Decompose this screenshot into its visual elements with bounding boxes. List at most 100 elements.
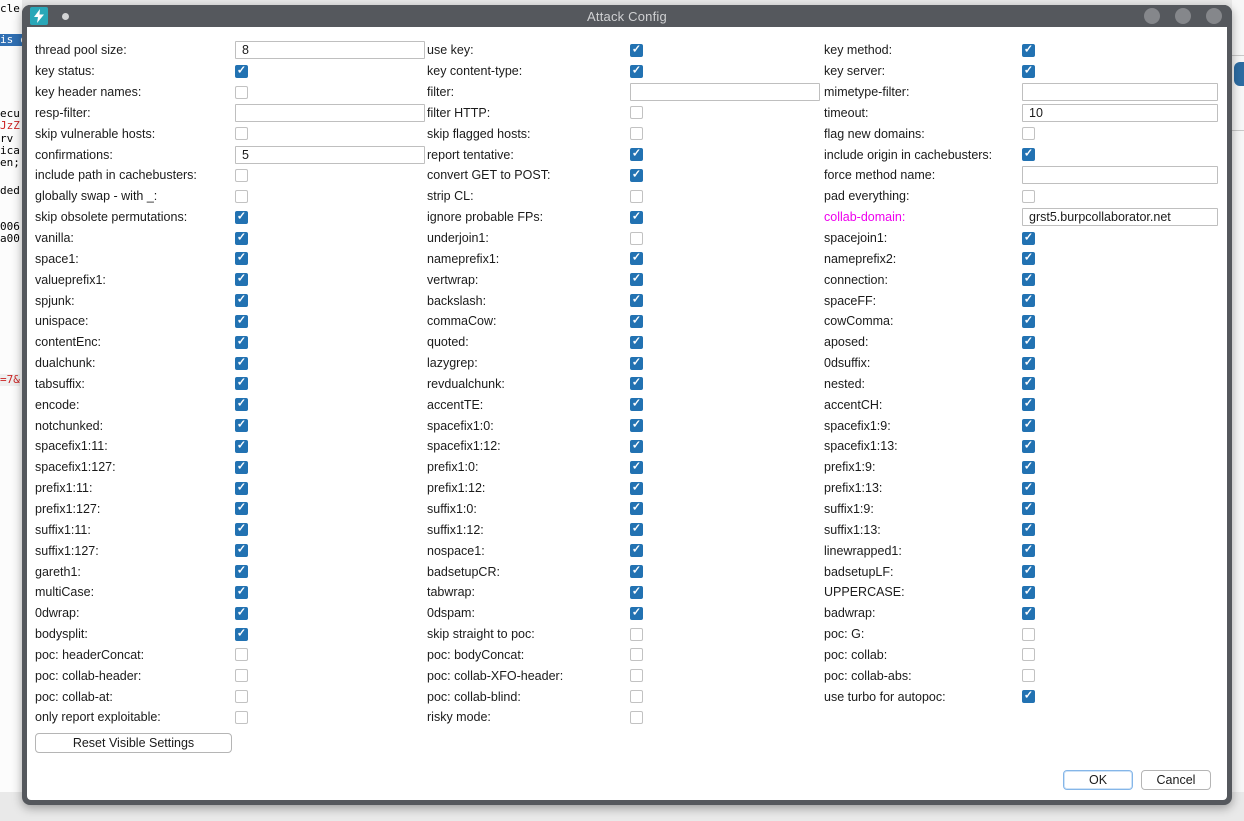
checkbox-poc-collab-abs[interactable] xyxy=(1022,669,1035,682)
checkbox-suffix1-9[interactable]: ✓ xyxy=(1022,502,1035,515)
checkbox-badwrap[interactable]: ✓ xyxy=(1022,607,1035,620)
checkbox-globally-swap-with[interactable] xyxy=(235,190,248,203)
checkbox-underjoin1[interactable] xyxy=(630,232,643,245)
checkbox-accentch[interactable]: ✓ xyxy=(1022,398,1035,411)
text-field-force-method-name[interactable] xyxy=(1022,166,1218,184)
checkbox-poc-g[interactable] xyxy=(1022,628,1035,641)
checkbox-commacow[interactable]: ✓ xyxy=(630,315,643,328)
checkbox-spacefix1-9[interactable]: ✓ xyxy=(1022,419,1035,432)
checkbox-space1[interactable]: ✓ xyxy=(235,252,248,265)
checkbox-poc-collab-blind[interactable] xyxy=(630,690,643,703)
checkbox-vertwrap[interactable]: ✓ xyxy=(630,273,643,286)
checkbox-key-method[interactable]: ✓ xyxy=(1022,44,1035,57)
text-field-thread-pool-size[interactable] xyxy=(235,41,425,59)
checkbox-key-content-type[interactable]: ✓ xyxy=(630,65,643,78)
text-field-collab-domain[interactable] xyxy=(1022,208,1218,226)
checkbox-flag-new-domains[interactable] xyxy=(1022,127,1035,140)
text-field-timeout[interactable] xyxy=(1022,104,1218,122)
checkbox-prefix1-12[interactable]: ✓ xyxy=(630,482,643,495)
checkbox-use-turbo-for-autopoc[interactable]: ✓ xyxy=(1022,690,1035,703)
checkbox-skip-vulnerable-hosts[interactable] xyxy=(235,127,248,140)
checkbox-spacefix1-0[interactable]: ✓ xyxy=(630,419,643,432)
checkbox-poc-collab-header[interactable] xyxy=(235,669,248,682)
checkbox-0dspam[interactable]: ✓ xyxy=(630,607,643,620)
checkbox-lazygrep[interactable]: ✓ xyxy=(630,357,643,370)
text-field-filter[interactable] xyxy=(630,83,820,101)
close-button[interactable] xyxy=(1206,8,1222,24)
checkbox-gareth1[interactable]: ✓ xyxy=(235,565,248,578)
text-field-resp-filter[interactable] xyxy=(235,104,425,122)
checkbox-risky-mode[interactable] xyxy=(630,711,643,724)
checkbox-skip-flagged-hosts[interactable] xyxy=(630,127,643,140)
checkbox-nospace1[interactable]: ✓ xyxy=(630,544,643,557)
checkbox-aposed[interactable]: ✓ xyxy=(1022,336,1035,349)
checkbox-poc-collab-xfo-header[interactable] xyxy=(630,669,643,682)
checkbox-0dwrap[interactable]: ✓ xyxy=(235,607,248,620)
text-field-confirmations[interactable] xyxy=(235,146,425,164)
checkbox-uppercase[interactable]: ✓ xyxy=(1022,586,1035,599)
checkbox-valueprefix1[interactable]: ✓ xyxy=(235,273,248,286)
checkbox-prefix1-0[interactable]: ✓ xyxy=(630,461,643,474)
checkbox-convert-get-to-post[interactable]: ✓ xyxy=(630,169,643,182)
checkbox-include-origin-in-cachebusters[interactable]: ✓ xyxy=(1022,148,1035,161)
checkbox-backslash[interactable]: ✓ xyxy=(630,294,643,307)
checkbox-linewrapped1[interactable]: ✓ xyxy=(1022,544,1035,557)
checkbox-bodysplit[interactable]: ✓ xyxy=(235,628,248,641)
checkbox-unispace[interactable]: ✓ xyxy=(235,315,248,328)
checkbox-dualchunk[interactable]: ✓ xyxy=(235,357,248,370)
checkbox-strip-cl[interactable] xyxy=(630,190,643,203)
reset-visible-settings-button[interactable]: Reset Visible Settings xyxy=(35,733,232,753)
checkbox-poc-collab[interactable] xyxy=(1022,648,1035,661)
text-field-mimetype-filter[interactable] xyxy=(1022,83,1218,101)
checkbox-report-tentative[interactable]: ✓ xyxy=(630,148,643,161)
checkbox-skip-obsolete-permutations[interactable]: ✓ xyxy=(235,211,248,224)
checkbox-spacefix1-11[interactable]: ✓ xyxy=(235,440,248,453)
checkbox-badsetupcr[interactable]: ✓ xyxy=(630,565,643,578)
checkbox-pad-everything[interactable] xyxy=(1022,190,1035,203)
checkbox-tabsuffix[interactable]: ✓ xyxy=(235,377,248,390)
dialog-titlebar[interactable]: Attack Config xyxy=(22,5,1232,27)
checkbox-0dsuffix[interactable]: ✓ xyxy=(1022,357,1035,370)
checkbox-suffix1-127[interactable]: ✓ xyxy=(235,544,248,557)
checkbox-spacefix1-127[interactable]: ✓ xyxy=(235,461,248,474)
checkbox-ignore-probable-fps[interactable]: ✓ xyxy=(630,211,643,224)
checkbox-connection[interactable]: ✓ xyxy=(1022,273,1035,286)
checkbox-spjunk[interactable]: ✓ xyxy=(235,294,248,307)
checkbox-spaceff[interactable]: ✓ xyxy=(1022,294,1035,307)
checkbox-vanilla[interactable]: ✓ xyxy=(235,232,248,245)
checkbox-prefix1-11[interactable]: ✓ xyxy=(235,482,248,495)
checkbox-badsetuplf[interactable]: ✓ xyxy=(1022,565,1035,578)
checkbox-filter-http[interactable] xyxy=(630,106,643,119)
checkbox-accentte[interactable]: ✓ xyxy=(630,398,643,411)
checkbox-suffix1-12[interactable]: ✓ xyxy=(630,523,643,536)
checkbox-nameprefix2[interactable]: ✓ xyxy=(1022,252,1035,265)
checkbox-poc-collab-at[interactable] xyxy=(235,690,248,703)
maximize-button[interactable] xyxy=(1175,8,1191,24)
cancel-button[interactable]: Cancel xyxy=(1141,770,1211,790)
checkbox-suffix1-13[interactable]: ✓ xyxy=(1022,523,1035,536)
checkbox-revdualchunk[interactable]: ✓ xyxy=(630,377,643,390)
checkbox-prefix1-9[interactable]: ✓ xyxy=(1022,461,1035,474)
checkbox-suffix1-11[interactable]: ✓ xyxy=(235,523,248,536)
checkbox-quoted[interactable]: ✓ xyxy=(630,336,643,349)
checkbox-key-server[interactable]: ✓ xyxy=(1022,65,1035,78)
ok-button[interactable]: OK xyxy=(1063,770,1133,790)
checkbox-prefix1-127[interactable]: ✓ xyxy=(235,502,248,515)
checkbox-cowcomma[interactable]: ✓ xyxy=(1022,315,1035,328)
checkbox-nameprefix1[interactable]: ✓ xyxy=(630,252,643,265)
checkbox-spacefix1-12[interactable]: ✓ xyxy=(630,440,643,453)
checkbox-include-path-in-cachebusters[interactable] xyxy=(235,169,248,182)
checkbox-prefix1-13[interactable]: ✓ xyxy=(1022,482,1035,495)
checkbox-skip-straight-to-poc[interactable] xyxy=(630,628,643,641)
checkbox-suffix1-0[interactable]: ✓ xyxy=(630,502,643,515)
checkbox-tabwrap[interactable]: ✓ xyxy=(630,586,643,599)
checkbox-nested[interactable]: ✓ xyxy=(1022,377,1035,390)
checkbox-key-status[interactable]: ✓ xyxy=(235,65,248,78)
checkbox-only-report-exploitable[interactable] xyxy=(235,711,248,724)
checkbox-use-key[interactable]: ✓ xyxy=(630,44,643,57)
minimize-button[interactable] xyxy=(1144,8,1160,24)
checkbox-poc-headerconcat[interactable] xyxy=(235,648,248,661)
checkbox-key-header-names[interactable] xyxy=(235,86,248,99)
checkbox-spacefix1-13[interactable]: ✓ xyxy=(1022,440,1035,453)
checkbox-contentenc[interactable]: ✓ xyxy=(235,336,248,349)
